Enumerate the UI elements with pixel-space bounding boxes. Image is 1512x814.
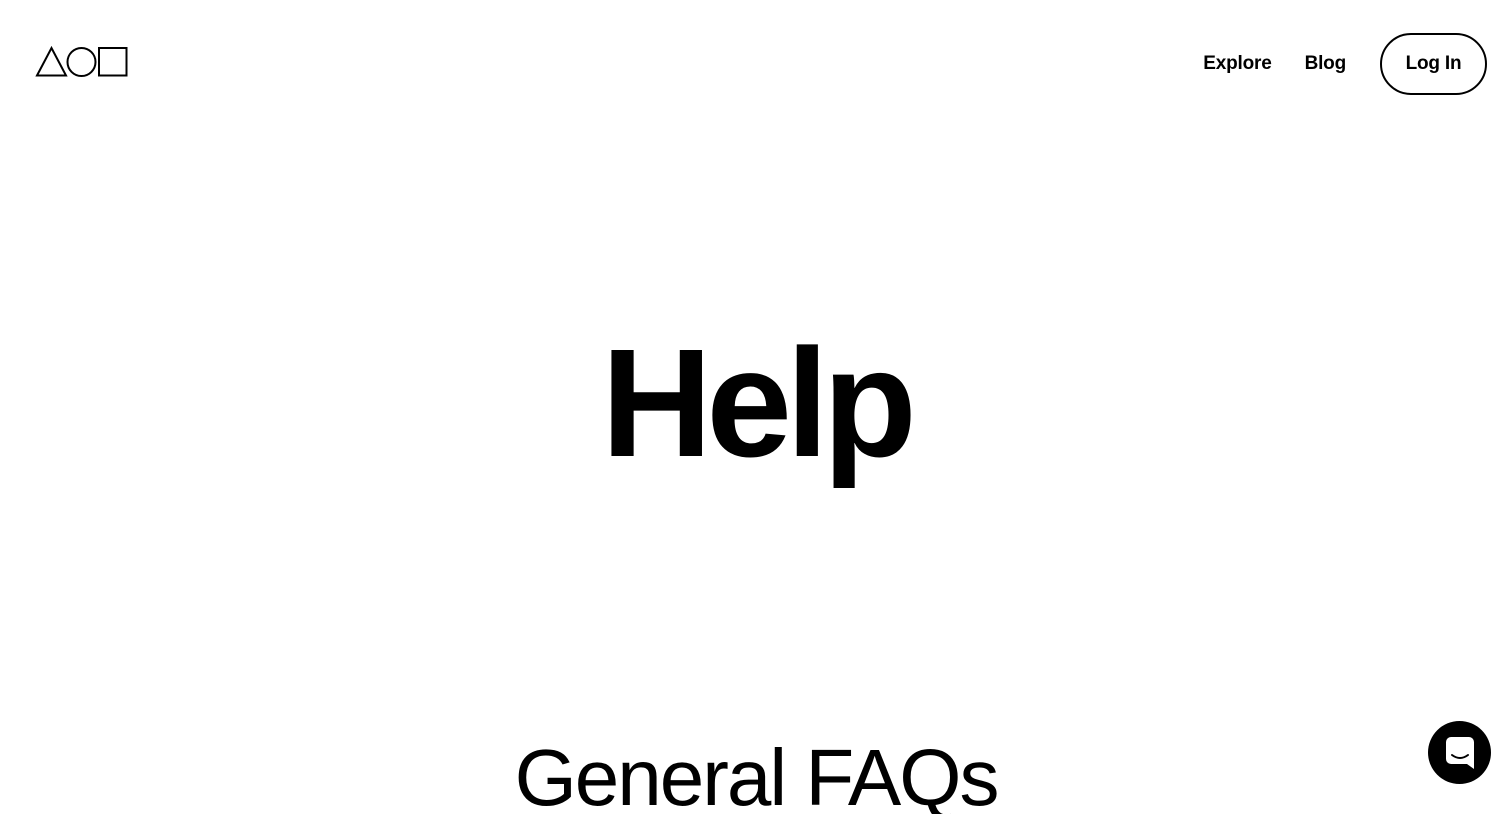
site-logo[interactable] [35,45,129,78]
nav-blog-link[interactable]: Blog [1305,53,1347,75]
general-faqs-heading: General FAQs [514,733,1000,814]
top-nav: Explore Blog Log In [1203,33,1487,95]
chat-launcher-button[interactable] [1428,721,1491,784]
page-title: Help [601,317,917,489]
triangle-circle-square-logo-icon [35,45,128,77]
nav-explore-link[interactable]: Explore [1203,53,1271,75]
login-button[interactable]: Log In [1380,33,1487,95]
chat-bubble-icon [1445,736,1474,769]
page: Explore Blog Log In Help General FAQs [0,0,1512,814]
